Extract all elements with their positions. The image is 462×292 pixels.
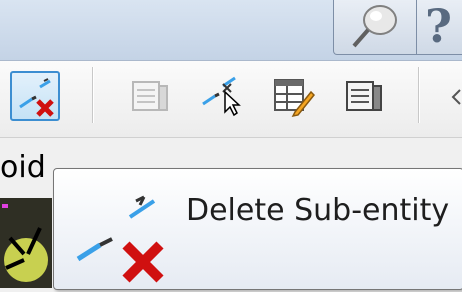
tooltip: Delete Sub-entity (53, 168, 462, 290)
toolbar (0, 61, 462, 138)
delete-sub-entity-icon (19, 78, 54, 117)
tooltip-text: Delete Sub-entity (186, 193, 450, 228)
pushpin-icon (352, 5, 397, 48)
partial-image (0, 198, 52, 288)
title-bar: ? (0, 0, 462, 61)
table-button-2[interactable] (340, 71, 388, 119)
help-icon: ? (425, 0, 452, 53)
chevron-left-icon[interactable] (448, 87, 462, 107)
sub-entity-cursor-icon (202, 76, 241, 117)
table-edit-icon (274, 79, 316, 118)
delete-sub-entity-icon (76, 195, 164, 283)
select-sub-entity-button[interactable] (196, 71, 244, 119)
delete-sub-entity-button[interactable] (10, 71, 60, 121)
edit-table-button[interactable] (268, 71, 316, 119)
table-icon (346, 81, 382, 111)
tab-label[interactable]: oid (0, 150, 46, 185)
pin-button[interactable] (333, 0, 417, 55)
help-button[interactable]: ? (416, 0, 462, 55)
table-icon (132, 81, 168, 111)
table-button[interactable] (126, 71, 174, 119)
